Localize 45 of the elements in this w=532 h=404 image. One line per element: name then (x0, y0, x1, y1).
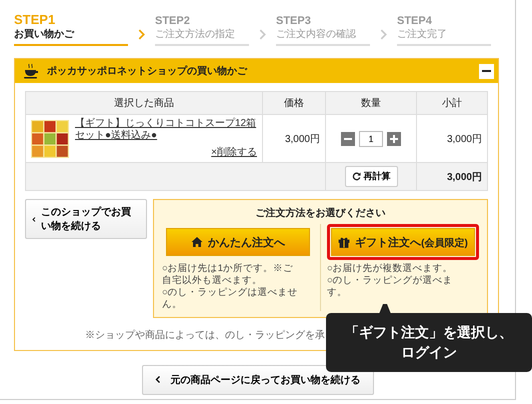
refresh-icon (352, 172, 360, 181)
panel-title: ポッカサッポロネットショップの買い物かご (47, 64, 248, 78)
house-icon (191, 236, 203, 248)
total-cell: 3,000円 (416, 162, 488, 190)
chevron-icon (380, 28, 387, 40)
step-label: ご注文内容の確認 (276, 28, 357, 41)
minus-icon (344, 138, 352, 140)
chevron-icon (138, 28, 145, 40)
callout-line: 「ギフト注文」を選択し、 (344, 323, 514, 342)
step-label: ご注文方法の指定 (155, 28, 236, 41)
quantity-field[interactable]: 1 (359, 130, 383, 146)
plus-icon (390, 134, 398, 142)
product-link[interactable]: 【ギフト】じっくりコトコトスープ12箱セット●送料込み● (75, 118, 257, 142)
chevron-icon (154, 375, 160, 384)
chevron-icon (259, 28, 266, 40)
column-header: 選択した商品 (26, 92, 262, 114)
step-number: STEP4 (397, 15, 433, 27)
order-prompt: ご注文方法をお選びください (256, 206, 386, 220)
order-button[interactable]: ギフト注文へ(会員限定) (331, 228, 475, 256)
column-header: 数量 (326, 92, 416, 114)
continue-shopping-button[interactable]: このショップでお買い物を続ける (25, 199, 147, 239)
gift-icon (338, 236, 350, 248)
order-note: ○のし・ラッピングが選べます。 (327, 274, 454, 299)
order-note: ○お届け先は1か所です。※ご自宅以外も選べます。 (162, 263, 294, 287)
step-label: お買い物かご (14, 28, 76, 41)
column-header: 小計 (416, 92, 488, 114)
order-note: ○のし・ラッピングは選べません。 (162, 286, 298, 310)
order-note: ○お届け先が複数選べます。 (327, 263, 454, 275)
column-header: 価格 (262, 92, 326, 114)
step-number: STEP3 (276, 15, 312, 27)
step-label: ご注文完了 (397, 28, 448, 41)
remove-link[interactable]: ×削除する (75, 145, 257, 159)
recalculate-button[interactable]: 再計算 (344, 166, 398, 187)
callout-line: ログイン (400, 343, 458, 362)
wrapping-note: ※ショップや商品によっては、のし・ラッピングを承 (84, 328, 326, 342)
cup-icon (23, 63, 39, 79)
order-button[interactable]: かんたん注文へ (166, 228, 310, 256)
back-button[interactable]: 元の商品ページに戻ってお買い物を続ける (142, 364, 374, 394)
chevron-icon (32, 214, 36, 224)
decrease-button[interactable] (341, 132, 355, 146)
minus-icon (482, 70, 491, 72)
step-number: STEP1 (14, 12, 56, 27)
collapse-button[interactable] (479, 64, 494, 78)
increase-button[interactable] (387, 132, 401, 146)
step-number: STEP2 (155, 15, 191, 27)
